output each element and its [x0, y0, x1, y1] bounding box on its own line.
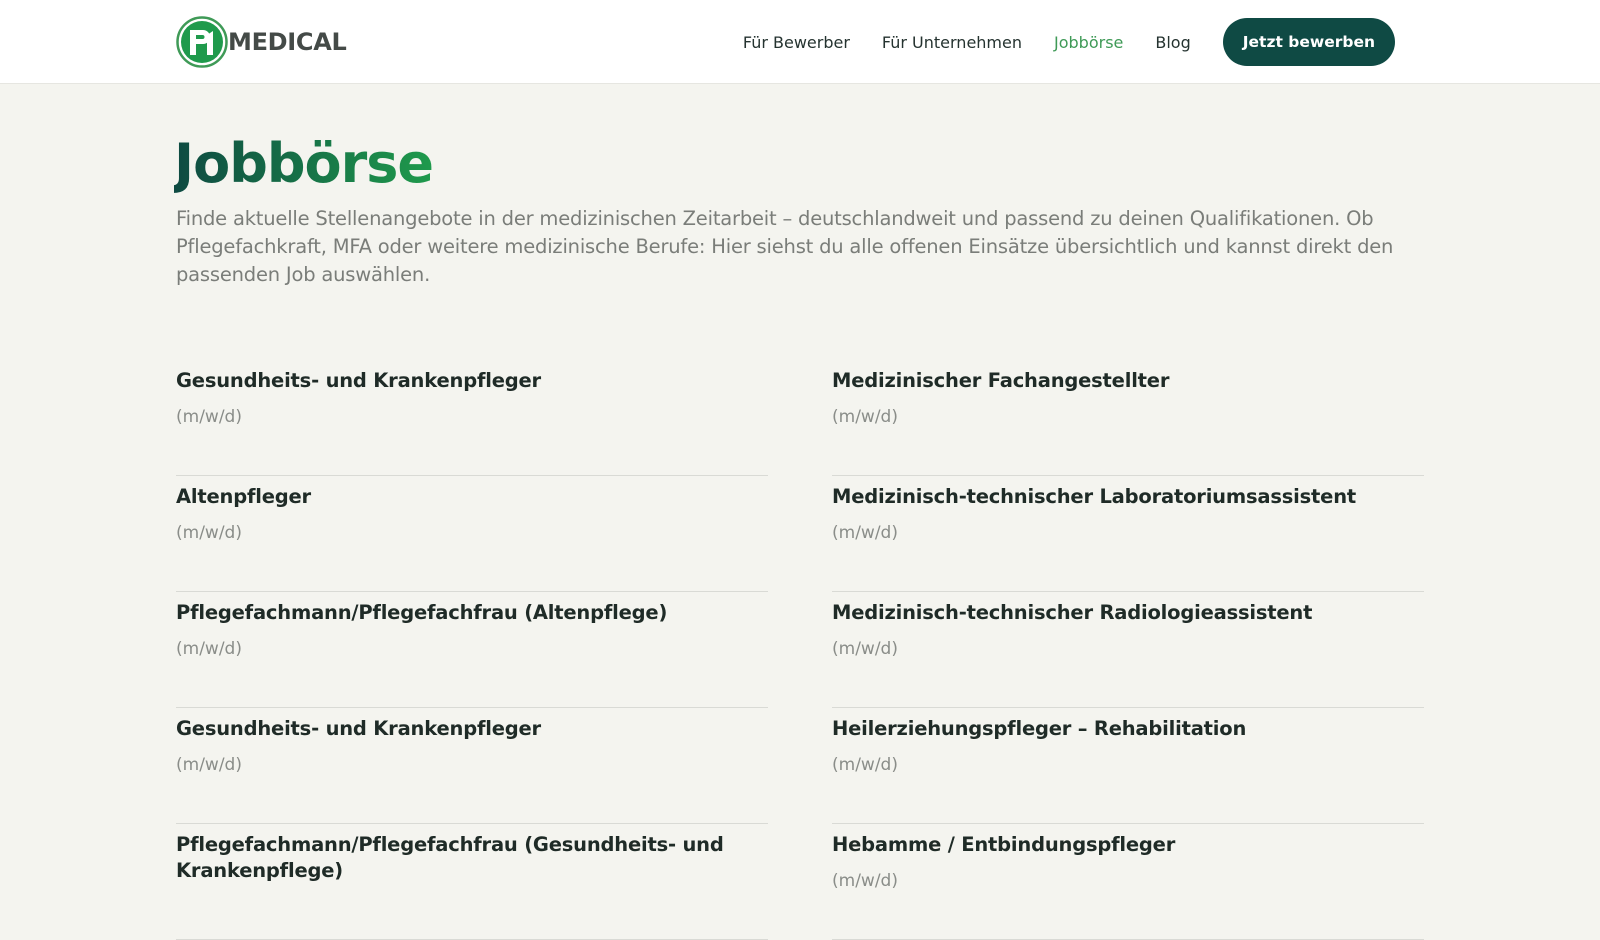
job-card-hebamme[interactable]: Hebamme / Entbindungspfleger (m/w/d): [832, 824, 1424, 940]
job-card-gesundheits-krankenpfleger[interactable]: Gesundheits- und Krankenpfleger (m/w/d): [176, 360, 768, 476]
job-title: Heilerziehungspfleger – Rehabilitation: [832, 717, 1247, 740]
job-card-medizinischer-fachangestellter[interactable]: Medizinischer Fachangestellter (m/w/d): [832, 360, 1424, 476]
job-title: Pflegefachmann/Pflegefachfrau (Gesundhei…: [176, 833, 724, 882]
apply-now-button[interactable]: Jetzt bewerben: [1222, 18, 1395, 66]
job-title: Altenpfleger: [176, 485, 311, 508]
brand-wordmark: MEDICAL: [228, 28, 347, 56]
main-nav: Für Bewerber Für Unternehmen Jobbörse Bl…: [711, 18, 1395, 66]
job-gender-note: (m/w/d): [832, 871, 898, 891]
nav-item-blog[interactable]: Blog: [1155, 33, 1190, 52]
page-title: Jobbörse: [174, 128, 434, 200]
job-list: Gesundheits- und Krankenpfleger (m/w/d) …: [176, 360, 1424, 940]
nav-item-fuer-bewerber[interactable]: Für Bewerber: [743, 33, 850, 52]
job-title: Medizinisch-technischer Radiologieassist…: [832, 601, 1313, 624]
job-card-pflegefachmann-altenpflege[interactable]: Pflegefachmann/Pflegefachfrau (Altenpfle…: [176, 592, 768, 708]
job-card-gesundheits-krankenpfleger-2[interactable]: Gesundheits- und Krankenpfleger (m/w/d): [176, 708, 768, 824]
job-card-mtra[interactable]: Medizinisch-technischer Radiologieassist…: [832, 592, 1424, 708]
job-title: Medizinisch-technischer Laboratoriumsass…: [832, 485, 1357, 508]
job-title: Medizinischer Fachangestellter: [832, 369, 1170, 392]
job-card-pflegefachmann-krankenpflege[interactable]: Pflegefachmann/Pflegefachfrau (Gesundhei…: [176, 824, 768, 940]
job-gender-note: (m/w/d): [832, 407, 898, 427]
job-gender-note: (m/w/d): [176, 755, 242, 775]
job-title: Gesundheits- und Krankenpfleger: [176, 369, 541, 392]
job-title: Gesundheits- und Krankenpfleger: [176, 717, 541, 740]
job-card-altenpfleger[interactable]: Altenpfleger (m/w/d): [176, 476, 768, 592]
job-card-mtla[interactable]: Medizinisch-technischer Laboratoriumsass…: [832, 476, 1424, 592]
job-title: Hebamme / Entbindungspfleger: [832, 833, 1176, 856]
job-title: Pflegefachmann/Pflegefachfrau (Altenpfle…: [176, 601, 668, 624]
logo-mark-icon: [176, 16, 228, 68]
job-card-heilerziehungspfleger[interactable]: Heilerziehungspfleger – Rehabilitation (…: [832, 708, 1424, 824]
job-gender-note: (m/w/d): [832, 523, 898, 543]
job-gender-note: (m/w/d): [176, 523, 242, 543]
job-gender-note: (m/w/d): [176, 639, 242, 659]
site-header: MEDICAL Für Bewerber Für Unternehmen Job…: [0, 0, 1600, 84]
job-gender-note: (m/w/d): [832, 639, 898, 659]
job-gender-note: (m/w/d): [176, 407, 242, 427]
nav-item-jobboerse[interactable]: Jobbörse: [1054, 33, 1123, 52]
brand-logo[interactable]: MEDICAL: [176, 16, 347, 68]
page-intro: Finde aktuelle Stellenangebote in der me…: [176, 207, 1394, 286]
job-gender-note: (m/w/d): [832, 755, 898, 775]
nav-item-fuer-unternehmen[interactable]: Für Unternehmen: [882, 33, 1022, 52]
